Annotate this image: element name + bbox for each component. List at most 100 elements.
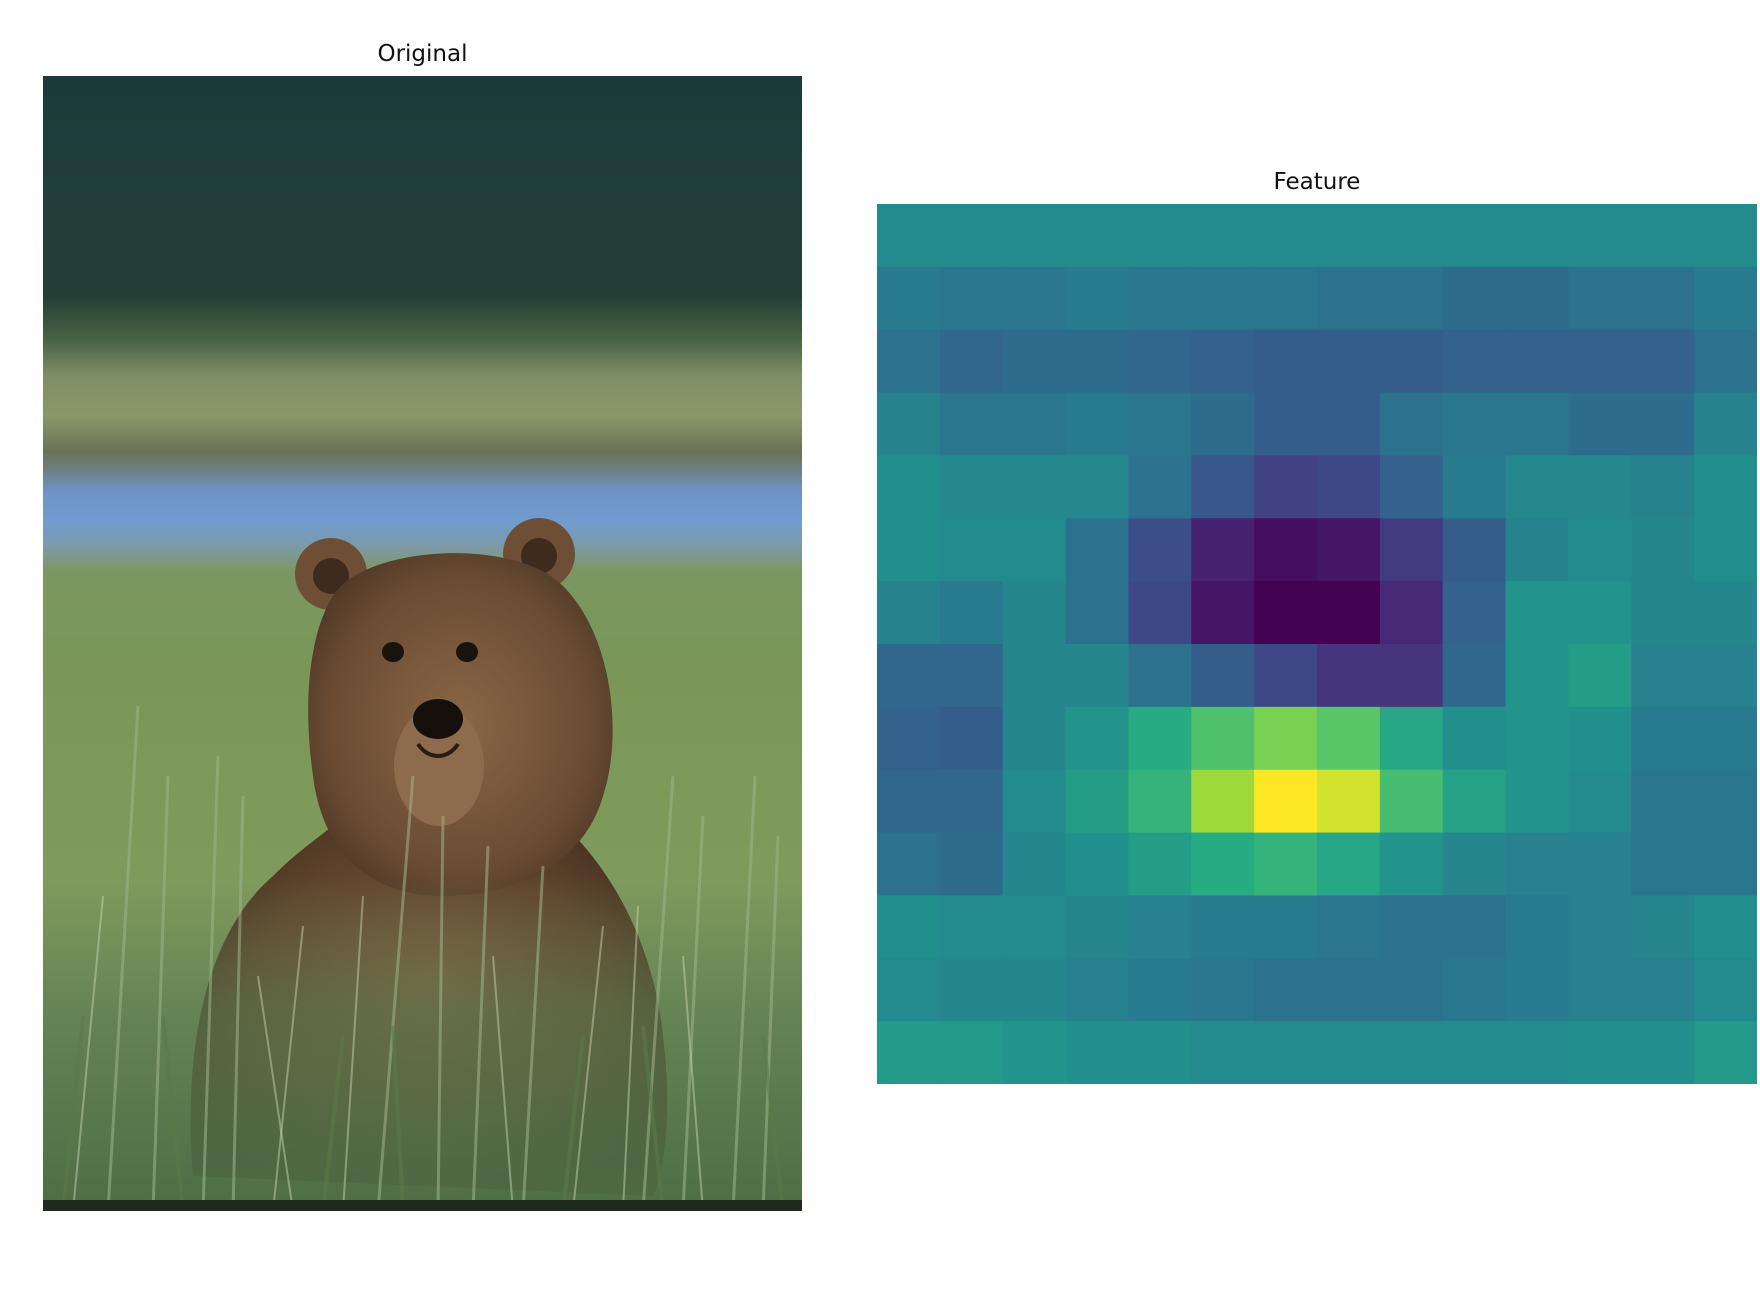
heatmap-cell bbox=[1317, 266, 1381, 331]
heatmap-cell bbox=[877, 266, 941, 331]
heatmap-cell bbox=[1002, 644, 1067, 708]
heatmap-cell bbox=[1631, 455, 1695, 519]
heatmap-cell bbox=[1254, 329, 1318, 394]
heatmap-cell bbox=[1317, 769, 1381, 834]
heatmap-cell bbox=[1191, 392, 1255, 457]
heatmap-cell bbox=[1631, 518, 1695, 582]
heatmap-cell bbox=[1128, 329, 1192, 394]
heatmap-cell bbox=[1065, 204, 1130, 268]
heatmap-cell bbox=[877, 518, 941, 582]
feature-title: Feature bbox=[1273, 169, 1361, 195]
heatmap-cell bbox=[1694, 1021, 1757, 1084]
heatmap-cell bbox=[1254, 518, 1318, 582]
heatmap-cell bbox=[1254, 706, 1318, 771]
heatmap-cell bbox=[877, 769, 941, 834]
heatmap-cell bbox=[1254, 769, 1318, 834]
heatmap-cell bbox=[1694, 204, 1757, 268]
heatmap-cell bbox=[1379, 266, 1444, 331]
heatmap-cell bbox=[1002, 706, 1067, 771]
heatmap-cell bbox=[1694, 581, 1757, 645]
heatmap-cell bbox=[1379, 581, 1444, 645]
heatmap-cell bbox=[1191, 769, 1255, 834]
heatmap-cell bbox=[1128, 1021, 1192, 1084]
heatmap-cell bbox=[1002, 455, 1067, 519]
heatmap-cell bbox=[1191, 644, 1255, 708]
heatmap-cell bbox=[1505, 958, 1570, 1022]
heatmap-cell bbox=[939, 455, 1004, 519]
heatmap-cell bbox=[1002, 958, 1067, 1022]
heatmap-cell bbox=[1379, 329, 1444, 394]
heatmap-cell bbox=[1191, 706, 1255, 771]
heatmap-cell bbox=[1317, 329, 1381, 394]
heatmap-cell bbox=[1442, 769, 1507, 834]
heatmap-cell bbox=[1002, 1021, 1067, 1084]
heatmap-cell bbox=[1379, 769, 1444, 834]
heatmap-cell bbox=[1128, 769, 1192, 834]
heatmap-cell bbox=[939, 1021, 1004, 1084]
heatmap-cell bbox=[1442, 706, 1507, 771]
heatmap-cell bbox=[1065, 769, 1130, 834]
heatmap-cell bbox=[1505, 1021, 1570, 1084]
heatmap-cell bbox=[1128, 832, 1192, 897]
heatmap-cell bbox=[1254, 644, 1318, 708]
heatmap-cell bbox=[1191, 581, 1255, 645]
original-image bbox=[43, 76, 802, 1211]
heatmap-cell bbox=[1694, 455, 1757, 519]
heatmap-cell bbox=[1379, 455, 1444, 519]
heatmap-cell bbox=[1065, 392, 1130, 457]
heatmap-cell bbox=[939, 266, 1004, 331]
heatmap-cell bbox=[939, 706, 1004, 771]
heatmap-cell bbox=[1065, 329, 1130, 394]
heatmap-cell bbox=[1694, 329, 1757, 394]
heatmap-cell bbox=[1379, 204, 1444, 268]
heatmap-cell bbox=[939, 329, 1004, 394]
heatmap-cell bbox=[1254, 581, 1318, 645]
heatmap-cell bbox=[1505, 455, 1570, 519]
heatmap-cell bbox=[1128, 706, 1192, 771]
heatmap-cell bbox=[1631, 832, 1695, 897]
heatmap-cell bbox=[1065, 455, 1130, 519]
heatmap-cell bbox=[1379, 706, 1444, 771]
heatmap-cell bbox=[1317, 455, 1381, 519]
heatmap-cell bbox=[1191, 895, 1255, 959]
heatmap-cell bbox=[1694, 392, 1757, 457]
heatmap-cell bbox=[1379, 895, 1444, 959]
heatmap-cell bbox=[1505, 329, 1570, 394]
heatmap-cell bbox=[1631, 1021, 1695, 1084]
heatmap-cell bbox=[1002, 204, 1067, 268]
heatmap-cell bbox=[1065, 518, 1130, 582]
heatmap-cell bbox=[1694, 895, 1757, 959]
heatmap-cell bbox=[1442, 895, 1507, 959]
heatmap-cell bbox=[1317, 832, 1381, 897]
heatmap-cell bbox=[939, 518, 1004, 582]
heatmap-cell bbox=[1442, 958, 1507, 1022]
heatmap-cell bbox=[1128, 266, 1192, 331]
heatmap-cell bbox=[1568, 644, 1632, 708]
heatmap-cell bbox=[1694, 706, 1757, 771]
heatmap-cell bbox=[1379, 958, 1444, 1022]
heatmap-cell bbox=[1065, 581, 1130, 645]
heatmap-cell bbox=[1631, 581, 1695, 645]
heatmap-cell bbox=[1631, 769, 1695, 834]
heatmap-cell bbox=[1002, 329, 1067, 394]
heatmap-cell bbox=[1379, 392, 1444, 457]
heatmap-cell bbox=[1442, 1021, 1507, 1084]
heatmap-cell bbox=[939, 392, 1004, 457]
heatmap-cell bbox=[1631, 204, 1695, 268]
heatmap-cell bbox=[1128, 895, 1192, 959]
heatmap-cell bbox=[1002, 392, 1067, 457]
heatmap-cell bbox=[1505, 581, 1570, 645]
heatmap-cell bbox=[1442, 392, 1507, 457]
heatmap-cell bbox=[1317, 895, 1381, 959]
heatmap-cell bbox=[877, 581, 941, 645]
heatmap-cell bbox=[1002, 266, 1067, 331]
heatmap-cell bbox=[1065, 644, 1130, 708]
heatmap-cell bbox=[1505, 706, 1570, 771]
heatmap-cell bbox=[1442, 455, 1507, 519]
heatmap-cell bbox=[1568, 266, 1632, 331]
heatmap-cell bbox=[1002, 518, 1067, 582]
heatmap-cell bbox=[1505, 204, 1570, 268]
heatmap-cell bbox=[1379, 644, 1444, 708]
heatmap-cell bbox=[1631, 644, 1695, 708]
heatmap-cell bbox=[1694, 958, 1757, 1022]
